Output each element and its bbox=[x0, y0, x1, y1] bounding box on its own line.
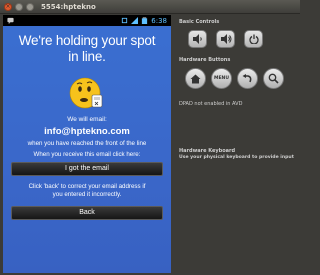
search-icon bbox=[268, 73, 279, 84]
volume-down-button[interactable] bbox=[188, 30, 207, 48]
emulator-controls: Basic Controls Hardware Buttons MENU DPA… bbox=[176, 15, 300, 275]
back-note-text: Click 'back' to correct your email addre… bbox=[28, 183, 146, 198]
sync-icon bbox=[122, 17, 128, 24]
hardware-buttons-label: Hardware Buttons bbox=[179, 57, 231, 63]
volume-up-icon bbox=[220, 34, 231, 44]
window-maximize-button[interactable] bbox=[26, 2, 34, 11]
menu-button[interactable]: MENU bbox=[211, 68, 232, 89]
status-time: 6:38 bbox=[151, 16, 167, 25]
signal-icon bbox=[131, 17, 139, 24]
front-of-line-text: when you have reached the front of the l… bbox=[27, 140, 147, 147]
home-button[interactable] bbox=[185, 68, 206, 89]
back-hardware-button[interactable] bbox=[237, 68, 258, 89]
emulator-screen[interactable]: 6:38 We're holding your spot in line. We… bbox=[3, 15, 171, 273]
close-icon: × bbox=[5, 2, 11, 10]
back-button[interactable]: Back bbox=[11, 206, 163, 220]
window-title-bar: × 5554:hptekno bbox=[0, 0, 300, 14]
will-email-label: We will email: bbox=[67, 116, 107, 123]
basic-controls-label: Basic Controls bbox=[179, 19, 220, 25]
hardware-keyboard-label: Hardware Keyboard bbox=[179, 148, 236, 154]
power-icon bbox=[248, 34, 259, 44]
power-button[interactable] bbox=[244, 30, 263, 48]
volume-down-icon bbox=[192, 34, 202, 44]
waiting-emoji bbox=[3, 76, 171, 110]
menu-button-label: MENU bbox=[214, 76, 229, 81]
window-minimize-button[interactable] bbox=[15, 2, 23, 11]
hardware-keyboard-description: Use your physical keyboard to provide in… bbox=[179, 155, 294, 160]
window-title: 5554:hptekno bbox=[41, 2, 96, 11]
page-title: We're holding your spot in line. bbox=[18, 33, 156, 64]
volume-up-button[interactable] bbox=[216, 30, 235, 48]
back-arrow-icon bbox=[242, 73, 252, 82]
window-close-button[interactable]: × bbox=[4, 2, 12, 11]
search-hardware-button[interactable] bbox=[263, 68, 284, 89]
thinking-face-icon bbox=[69, 77, 103, 109]
notification-icon bbox=[7, 17, 14, 24]
receive-prompt-text: When you receive this email click here: bbox=[33, 151, 141, 158]
status-bar: 6:38 bbox=[3, 15, 171, 26]
dpad-status-label: DPAD not enabled in AVD bbox=[179, 101, 243, 107]
got-email-button[interactable]: I got the email bbox=[11, 162, 163, 176]
battery-icon bbox=[142, 17, 148, 24]
email-address: info@hptekno.com bbox=[44, 126, 130, 137]
home-icon bbox=[190, 74, 201, 83]
